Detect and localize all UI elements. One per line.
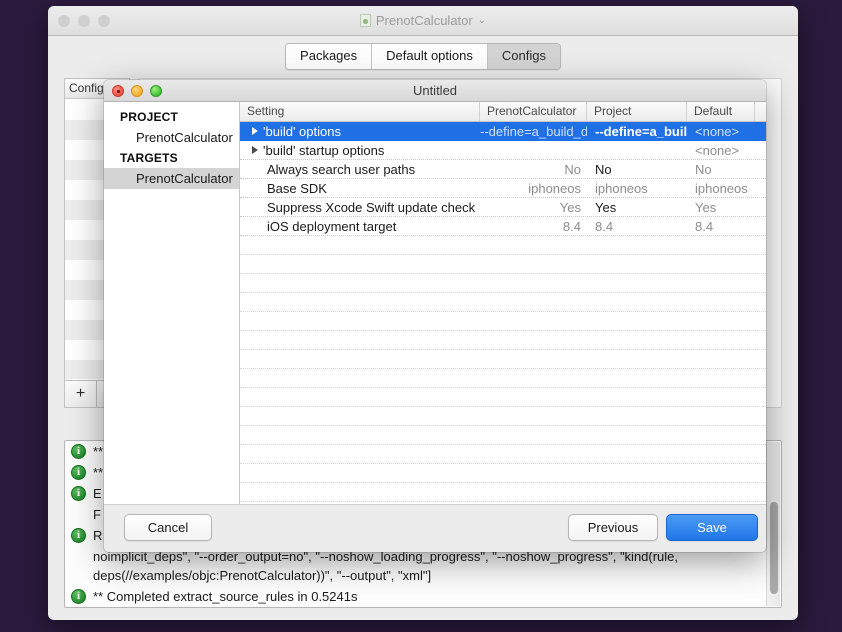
disclosure-triangle-icon[interactable] (252, 146, 258, 154)
tab-bar: Packages Default options Configs (48, 36, 798, 76)
cell-default: Yes (695, 199, 717, 215)
table-row[interactable] (240, 293, 766, 312)
stepper-icon[interactable]: ▲▼ (685, 200, 687, 215)
console-scrollbar[interactable] (766, 442, 780, 606)
column-header-pad (755, 102, 766, 121)
stepper-icon[interactable]: ▲▼ (685, 162, 687, 177)
add-config-button[interactable]: + (65, 381, 97, 407)
table-row[interactable]: Base SDK iphoneos iphoneos iphoneos (240, 179, 766, 198)
cell-prenotcalculator-value: No (564, 161, 581, 177)
cancel-button[interactable]: Cancel (124, 514, 212, 541)
log-line-text: noimplicit_deps", "--order_output=no", "… (93, 549, 679, 583)
table-row[interactable]: iOS deployment target 8.4 8.4 8.4 (240, 217, 766, 236)
cell-setting[interactable]: iOS deployment target (240, 219, 480, 234)
table-row[interactable]: Suppress Xcode Swift update check Yes ▲▼… (240, 198, 766, 217)
cell-setting-label: 'build' startup options (263, 142, 385, 158)
table-row[interactable] (240, 445, 766, 464)
chevron-down-icon[interactable]: ⌄ (478, 15, 486, 26)
table-row[interactable]: Always search user paths No ▲▼ No ▲▼ No (240, 160, 766, 179)
cell-default: <none> (695, 142, 740, 158)
tab-default-options[interactable]: Default options (372, 43, 488, 69)
table-row[interactable] (240, 407, 766, 426)
cell-setting[interactable]: Base SDK (240, 181, 480, 196)
cell-default: 8.4 (695, 218, 714, 234)
log-line: noimplicit_deps", "--order_output=no", "… (65, 546, 781, 586)
table-row[interactable] (240, 312, 766, 331)
save-button[interactable]: Save (666, 514, 758, 541)
cell-setting[interactable]: 'build' startup options (240, 143, 480, 158)
table-row[interactable]: 'build' options --define=a_build_de --de… (240, 122, 766, 141)
column-header-project[interactable]: Project (587, 102, 687, 121)
window-title-bar: PrenotCalculator ⌄ (48, 13, 798, 28)
tab-configs[interactable]: Configs (487, 43, 560, 69)
segmented-control: Packages Default options Configs (285, 42, 561, 70)
console-scrollbar-thumb[interactable] (770, 502, 778, 594)
sidebar-group-project: PROJECT (120, 110, 179, 124)
table-row[interactable]: 'build' startup options <none> (240, 141, 766, 160)
sidebar-item-target-prenotcalculator[interactable]: PrenotCalculator (104, 168, 239, 189)
table-row[interactable] (240, 426, 766, 445)
document-icon (359, 14, 371, 27)
cell-default: <none> (695, 123, 740, 139)
cell-setting[interactable]: Suppress Xcode Swift update check (240, 200, 480, 215)
column-header-prenotcalculator[interactable]: PrenotCalculator (480, 102, 587, 121)
column-header-setting[interactable]: Setting (240, 102, 480, 121)
modal-title: Untitled (412, 83, 458, 98)
cell-setting-label: 'build' options (263, 123, 341, 139)
table-row[interactable] (240, 255, 766, 274)
settings-table: Setting PrenotCalculator Project Default… (240, 102, 766, 504)
info-icon: i (71, 528, 86, 543)
cell-prenotcalculator[interactable]: Yes ▲▼ (480, 200, 587, 215)
cell-project[interactable]: iphoneos (587, 181, 687, 196)
cell-project[interactable]: 8.4 (587, 219, 687, 234)
table-row[interactable] (240, 274, 766, 293)
cell-prenotcalculator[interactable]: iphoneos (480, 181, 587, 196)
settings-modal: Untitled PROJECT PrenotCalculator TARGET… (104, 80, 766, 552)
cell-project[interactable]: --define=a_build_ (587, 124, 687, 139)
cell-prenotcalculator[interactable]: --define=a_build_de (480, 124, 587, 139)
modal-sidebar: PROJECT PrenotCalculator TARGETS PrenotC… (104, 102, 240, 504)
table-row[interactable] (240, 236, 766, 255)
info-icon: i (71, 465, 86, 480)
cell-setting-label: Suppress Xcode Swift update check (267, 199, 476, 215)
log-line-text: ** Completed extract_source_rules in 0.5… (93, 589, 358, 604)
disclosure-triangle-icon[interactable] (252, 127, 258, 135)
table-row[interactable] (240, 369, 766, 388)
table-row[interactable] (240, 483, 766, 502)
modal-body: PROJECT PrenotCalculator TARGETS PrenotC… (104, 102, 766, 504)
cell-project[interactable]: Yes ▲▼ (587, 200, 687, 215)
cell-project-value: No (595, 161, 612, 177)
table-header-row: Setting PrenotCalculator Project Default (240, 102, 766, 122)
column-header-default[interactable]: Default (687, 102, 755, 121)
cell-default: No (695, 161, 712, 177)
table-row[interactable] (240, 464, 766, 483)
window-title: PrenotCalculator (375, 13, 473, 28)
cell-prenotcalculator[interactable]: 8.4 (480, 219, 587, 234)
info-icon: i (71, 486, 86, 501)
modal-titlebar: Untitled (104, 80, 766, 102)
cell-setting-label: Base SDK (267, 180, 327, 196)
table-body: 'build' options --define=a_build_de --de… (240, 122, 766, 504)
log-line: i ** Completed extract_source_rules in 0… (65, 586, 781, 607)
cell-project[interactable]: No ▲▼ (587, 162, 687, 177)
info-icon: i (71, 589, 86, 604)
cell-prenotcalculator[interactable]: No ▲▼ (480, 162, 587, 177)
modal-footer: Cancel Previous Save (104, 504, 766, 552)
table-row[interactable] (240, 331, 766, 350)
cell-setting[interactable]: Always search user paths (240, 162, 480, 177)
table-row[interactable] (240, 388, 766, 407)
cell-prenotcalculator-value: Yes (559, 199, 581, 215)
cell-setting-label: Always search user paths (267, 161, 416, 177)
cell-project-value: Yes (595, 199, 617, 215)
cell-setting-label: iOS deployment target (267, 218, 397, 234)
table-row[interactable] (240, 350, 766, 369)
sidebar-item-project-prenotcalculator[interactable]: PrenotCalculator (104, 127, 239, 148)
cell-setting[interactable]: 'build' options (240, 124, 480, 139)
main-titlebar: PrenotCalculator ⌄ (48, 6, 798, 36)
sidebar-group-targets: TARGETS (120, 151, 178, 165)
cell-default: iphoneos (695, 180, 748, 196)
previous-button[interactable]: Previous (568, 514, 658, 541)
tab-packages[interactable]: Packages (286, 43, 373, 69)
info-icon: i (71, 444, 86, 459)
